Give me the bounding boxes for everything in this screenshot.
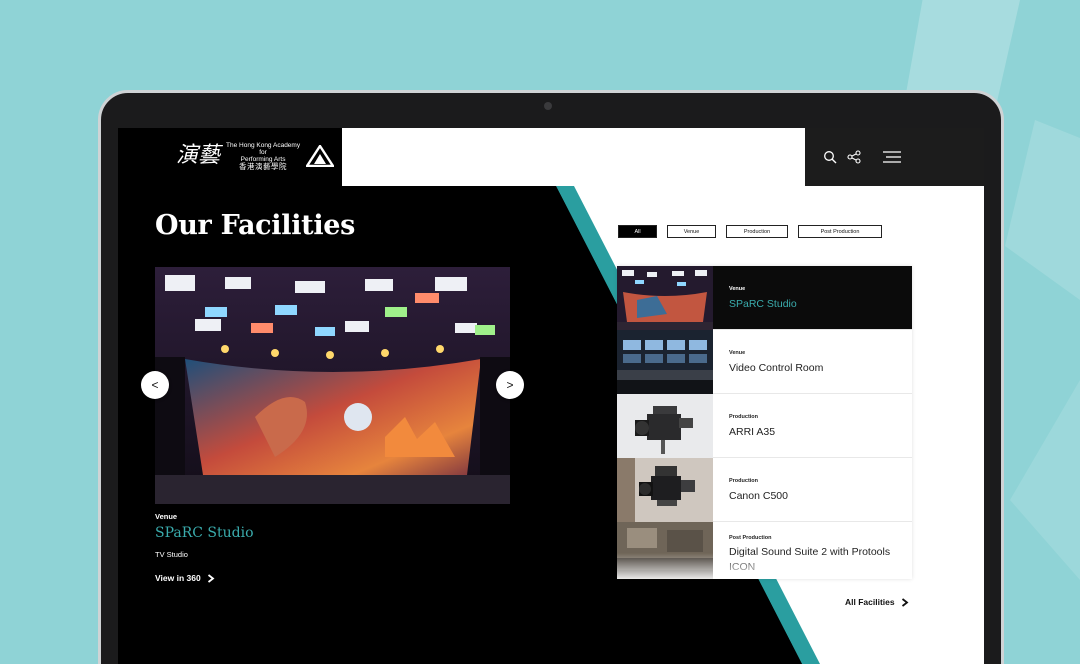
laptop-screen: 演藝 The Hong Kong Academy for Performing … xyxy=(118,128,984,664)
facility-category: Venue xyxy=(729,350,746,356)
facility-list: Venue SPaRC Studio Venue Video Control R… xyxy=(617,266,912,579)
carousel-prev-button[interactable]: < xyxy=(141,371,169,399)
logo-calligraphy: 演藝 xyxy=(176,143,221,168)
facility-name: ARRI A35 xyxy=(729,426,776,438)
facility-item-canon-c500[interactable]: Production Canon C500 xyxy=(617,458,912,522)
facility-thumbnail xyxy=(617,330,713,394)
logo-line-chinese: 香港演藝學院 xyxy=(239,162,288,171)
hero-facility-name: SPaRC Studio xyxy=(155,525,254,541)
facility-category: Venue xyxy=(729,286,746,292)
background-shard xyxy=(1005,120,1080,300)
logo-text: The Hong Kong Academy for Performing Art… xyxy=(226,142,300,170)
facility-name: Video Control Room xyxy=(729,362,824,374)
site-logo[interactable]: 演藝 The Hong Kong Academy for Performing … xyxy=(176,140,335,172)
hero-category: Venue xyxy=(155,512,178,521)
facility-item-sparc-studio[interactable]: Venue SPaRC Studio xyxy=(617,266,912,330)
list-fade-overlay xyxy=(617,553,912,579)
filter-bar: All Venue Production Post Production xyxy=(618,225,882,238)
all-facilities-link[interactable]: All Facilities xyxy=(845,597,909,607)
filter-production-button[interactable]: Production xyxy=(726,225,788,238)
header-toolbar xyxy=(805,128,984,186)
chevron-right-icon xyxy=(901,597,909,607)
logo-mark-icon xyxy=(306,145,335,167)
logo-line: for xyxy=(259,149,267,156)
facility-name: Canon C500 xyxy=(729,490,788,502)
webcam xyxy=(544,102,552,110)
filter-post-production-button[interactable]: Post Production xyxy=(798,225,882,238)
menu-icon[interactable] xyxy=(883,150,901,164)
facility-thumbnail xyxy=(617,458,713,522)
facility-item-arri-a35[interactable]: Production ARRI A35 xyxy=(617,394,912,458)
hero-facility-type: TV Studio xyxy=(155,550,188,559)
view-360-label: View in 360 xyxy=(155,573,201,583)
filter-venue-button[interactable]: Venue xyxy=(667,225,716,238)
search-icon[interactable] xyxy=(823,150,837,164)
facility-thumbnail xyxy=(617,394,713,458)
carousel-next-button[interactable]: > xyxy=(496,371,524,399)
facility-category: Post Production xyxy=(729,535,772,541)
all-facilities-label: All Facilities xyxy=(845,597,895,607)
facility-category: Production xyxy=(729,478,759,484)
share-icon[interactable] xyxy=(847,150,861,164)
logo-line: The Hong Kong Academy xyxy=(226,142,301,149)
facility-thumbnail xyxy=(617,266,713,330)
facility-item-video-control-room[interactable]: Venue Video Control Room xyxy=(617,330,912,394)
view-360-link[interactable]: View in 360 xyxy=(155,573,215,583)
facility-name: SPaRC Studio xyxy=(729,298,797,310)
background-shard xyxy=(1010,380,1080,580)
hero-image xyxy=(155,267,510,504)
page-title: Our Facilities xyxy=(155,210,356,241)
chevron-right-icon xyxy=(207,573,215,583)
filter-all-button[interactable]: All xyxy=(618,225,657,238)
facility-category: Production xyxy=(729,414,759,420)
